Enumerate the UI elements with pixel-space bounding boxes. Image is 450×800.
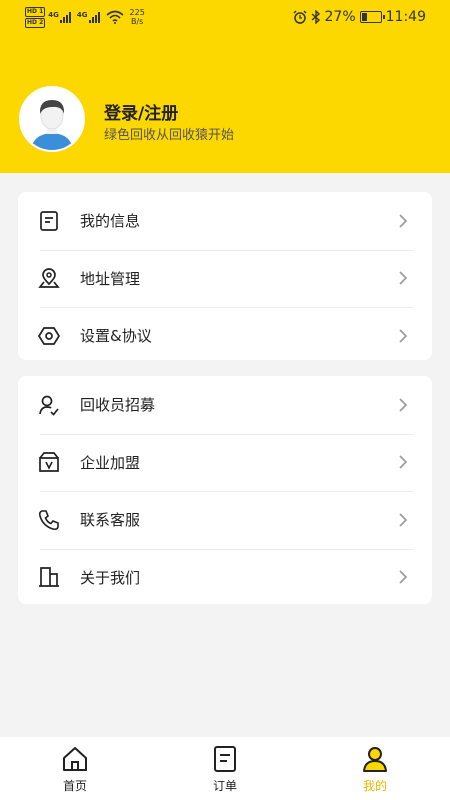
tab-mine[interactable]: 我的 <box>340 745 410 794</box>
menu-item-label: 设置&协议 <box>80 327 152 346</box>
signal-2: 4G <box>77 11 103 23</box>
map-pin-icon <box>38 268 60 289</box>
bottom-tab-bar: 首页 订单 我的 <box>0 737 450 800</box>
speed-value: 225 <box>129 8 145 17</box>
user-profile-icon <box>363 747 387 772</box>
building-icon <box>39 567 59 588</box>
menu-item-address[interactable]: 地址管理 <box>18 249 432 308</box>
chevron-right-icon <box>399 398 408 412</box>
v-box-icon <box>39 452 59 473</box>
chevron-right-icon <box>399 570 408 584</box>
net2-label: 4G <box>76 11 88 19</box>
battery-icon <box>359 11 385 23</box>
bluetooth-icon <box>311 10 320 24</box>
status-right: 27% 11:49 <box>292 8 426 26</box>
chevron-right-icon <box>399 271 408 285</box>
phone-icon <box>38 509 59 530</box>
tab-orders-label: 订单 <box>212 779 237 793</box>
signal-1: 4G <box>48 11 74 23</box>
menu-item-franchise[interactable]: 企业加盟 <box>18 433 432 492</box>
document-icon <box>40 210 58 231</box>
avatar-placeholder-icon <box>21 88 83 150</box>
menu-item-recruit[interactable]: 回收员招募 <box>18 376 432 434</box>
chevron-right-icon <box>399 329 408 343</box>
tab-mine-label: 我的 <box>362 779 387 793</box>
clock: 11:49 <box>385 9 426 25</box>
home-icon <box>63 747 87 771</box>
user-check-icon <box>39 395 59 416</box>
avatar[interactable] <box>19 86 85 152</box>
signal-bars-icon <box>88 12 100 23</box>
sim2-badge: HD 2 <box>25 17 46 28</box>
login-register-link[interactable]: 登录/注册 <box>104 99 178 124</box>
menu-card-account: 我的信息 地址管理 设置&协议 <box>18 192 432 360</box>
profile-subtitle: 绿色回收从回收猿开始 <box>104 128 235 143</box>
tab-home-label: 首页 <box>62 779 87 793</box>
tab-home[interactable]: 首页 <box>40 745 110 794</box>
menu-item-label: 企业加盟 <box>80 453 141 472</box>
net1-label: 4G <box>48 11 59 19</box>
hexagon-settings-icon <box>38 326 60 345</box>
signal-bars-icon <box>59 12 71 23</box>
menu-item-label: 回收员招募 <box>80 396 156 415</box>
menu-item-label: 联系客服 <box>80 511 141 530</box>
alarm-icon <box>292 10 307 24</box>
menu-item-my-info[interactable]: 我的信息 <box>18 192 432 250</box>
speed-unit: B/s <box>130 17 144 26</box>
status-left: HD 1 HD 2 4G 4G 225 B/s <box>25 6 145 28</box>
network-speed: 225 B/s <box>130 8 145 26</box>
menu-card-more: 回收员招募 企业加盟 联系客服 关于我们 <box>18 376 432 604</box>
sim-badges: HD 1 HD 2 <box>25 6 46 28</box>
wifi-icon <box>105 10 124 24</box>
menu-item-label: 我的信息 <box>80 212 141 231</box>
battery-fill <box>361 13 368 21</box>
menu-item-customer-service[interactable]: 联系客服 <box>18 491 432 549</box>
chevron-right-icon <box>399 455 408 469</box>
menu-item-about-us[interactable]: 关于我们 <box>18 548 432 607</box>
order-list-icon <box>214 746 236 772</box>
chevron-right-icon <box>399 214 408 228</box>
menu-item-settings[interactable]: 设置&协议 <box>18 307 432 365</box>
menu-item-label: 地址管理 <box>80 269 141 288</box>
battery-percent: 27% <box>324 9 356 25</box>
sim1-badge: HD 1 <box>25 6 46 17</box>
status-bar: HD 1 HD 2 4G 4G 225 B/s 27% 11:49 <box>0 0 450 34</box>
menu-item-label: 关于我们 <box>80 568 141 587</box>
chevron-right-icon <box>399 513 408 527</box>
tab-orders[interactable]: 订单 <box>190 745 260 794</box>
